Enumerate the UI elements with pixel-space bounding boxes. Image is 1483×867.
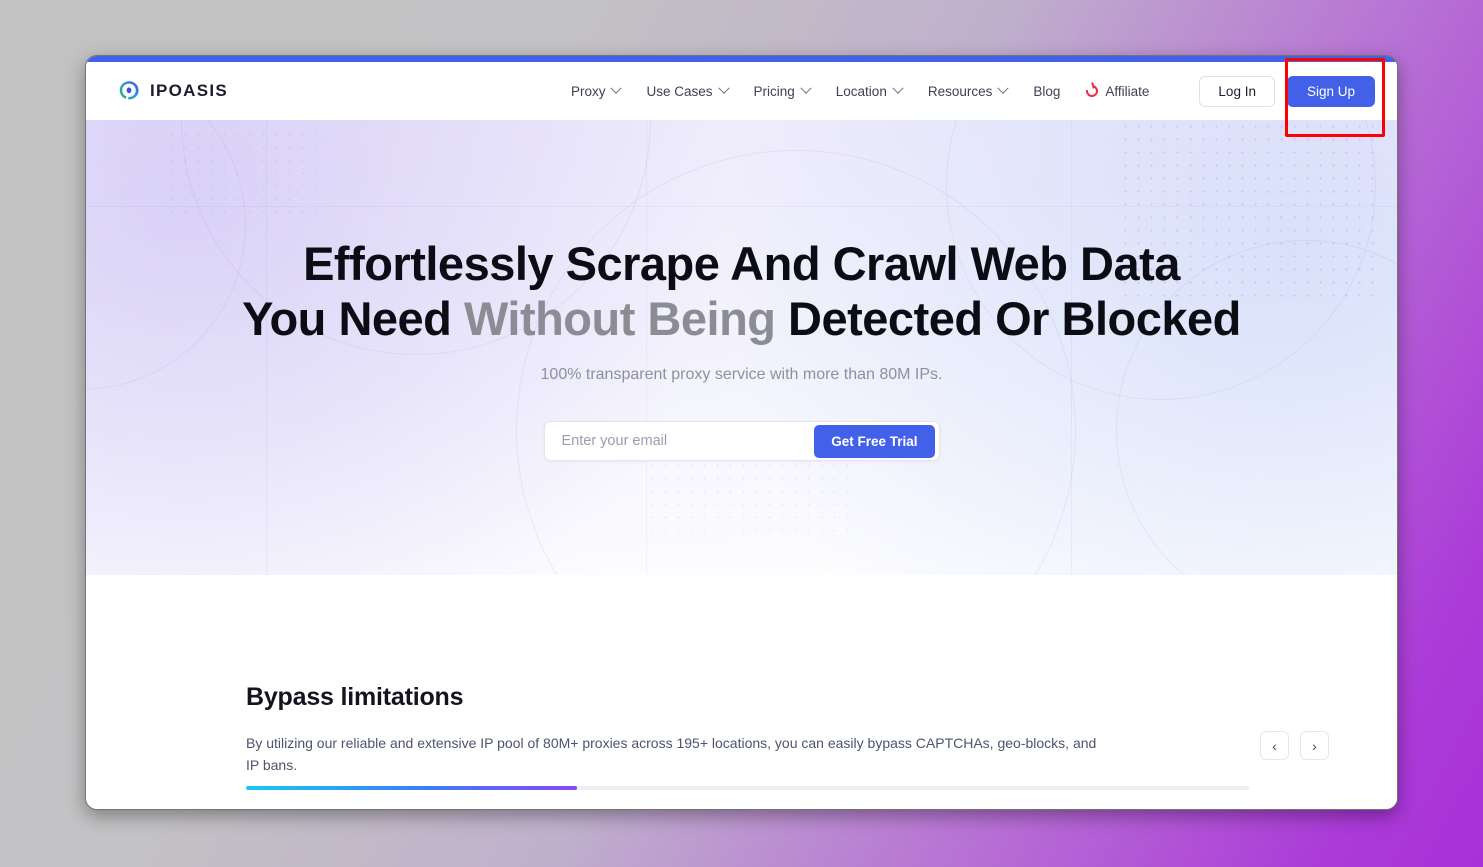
chevron-down-icon	[717, 82, 730, 94]
nav-item-affiliate[interactable]: Affiliate	[1084, 82, 1150, 100]
auth-button-group: Log In Sign Up	[1199, 75, 1375, 107]
carousel-next-button[interactable]: ›	[1300, 731, 1329, 760]
hero-title-line2-prefix: You Need	[242, 291, 464, 345]
affiliate-icon	[1084, 82, 1101, 100]
chevron-down-icon	[610, 82, 623, 94]
chevron-down-icon	[800, 82, 812, 94]
email-signup-form: Get Free Trial	[543, 421, 940, 462]
nav-item-proxy[interactable]: Proxy	[570, 82, 623, 99]
brand-name: IPOASIS	[150, 81, 229, 100]
feature-title: Bypass limitations	[246, 683, 464, 711]
features-inner: Bypass limitations By utilizing our reli…	[86, 683, 1397, 777]
hero-title-line1: Effortlessly Scrape And Crawl Web Data	[303, 237, 1180, 290]
chevron-down-icon	[997, 82, 1010, 94]
nav-label-location: Location	[835, 83, 887, 99]
hero-content: Effortlessly Scrape And Crawl Web Data Y…	[86, 120, 1397, 462]
signup-button[interactable]: Sign Up	[1286, 75, 1375, 107]
droplet-logo-icon	[118, 80, 140, 102]
carousel-progress-track[interactable]	[246, 786, 1249, 790]
carousel-prev-button[interactable]: ‹	[1260, 731, 1289, 760]
hero-section: Effortlessly Scrape And Crawl Web Data Y…	[86, 120, 1397, 575]
nav-item-blog[interactable]: Blog	[1033, 84, 1060, 99]
nav-label-proxy: Proxy	[570, 83, 606, 99]
get-free-trial-button[interactable]: Get Free Trial	[814, 424, 935, 458]
nav-item-use-cases[interactable]: Use Cases	[646, 82, 730, 99]
hero-title-line2-suffix: Detected Or Blocked	[775, 291, 1241, 345]
feature-description: By utilizing our reliable and extensive …	[246, 735, 1097, 774]
site-header: IPOASIS Proxy Use Cases Pricing Location…	[86, 62, 1397, 120]
hero-title-muted: Without Being	[463, 291, 776, 345]
nav-label-affiliate: Affiliate	[1105, 83, 1150, 99]
nav-label-use-cases: Use Cases	[646, 83, 713, 99]
email-input[interactable]	[548, 433, 815, 450]
carousel-progress-fill	[246, 786, 577, 790]
nav-label-pricing: Pricing	[753, 83, 795, 99]
login-button[interactable]: Log In	[1199, 75, 1275, 107]
chevron-down-icon	[892, 82, 904, 94]
nav-label-blog: Blog	[1033, 83, 1061, 99]
nav-label-resources: Resources	[927, 83, 993, 99]
features-section: Bypass limitations By utilizing our reli…	[86, 575, 1397, 809]
nav-item-resources[interactable]: Resources	[927, 82, 1010, 99]
browser-window: IPOASIS Proxy Use Cases Pricing Location…	[85, 55, 1398, 810]
hero-subtitle: 100% transparent proxy service with more…	[540, 366, 943, 384]
hero-title: Effortlessly Scrape And Crawl Web Data Y…	[86, 237, 1397, 346]
brand-logo[interactable]: IPOASIS	[118, 80, 228, 102]
carousel-nav: ‹ ›	[1260, 731, 1329, 760]
main-nav: Proxy Use Cases Pricing Location Resourc…	[570, 75, 1375, 107]
nav-item-location[interactable]: Location	[835, 82, 904, 99]
nav-item-pricing[interactable]: Pricing	[753, 82, 812, 99]
